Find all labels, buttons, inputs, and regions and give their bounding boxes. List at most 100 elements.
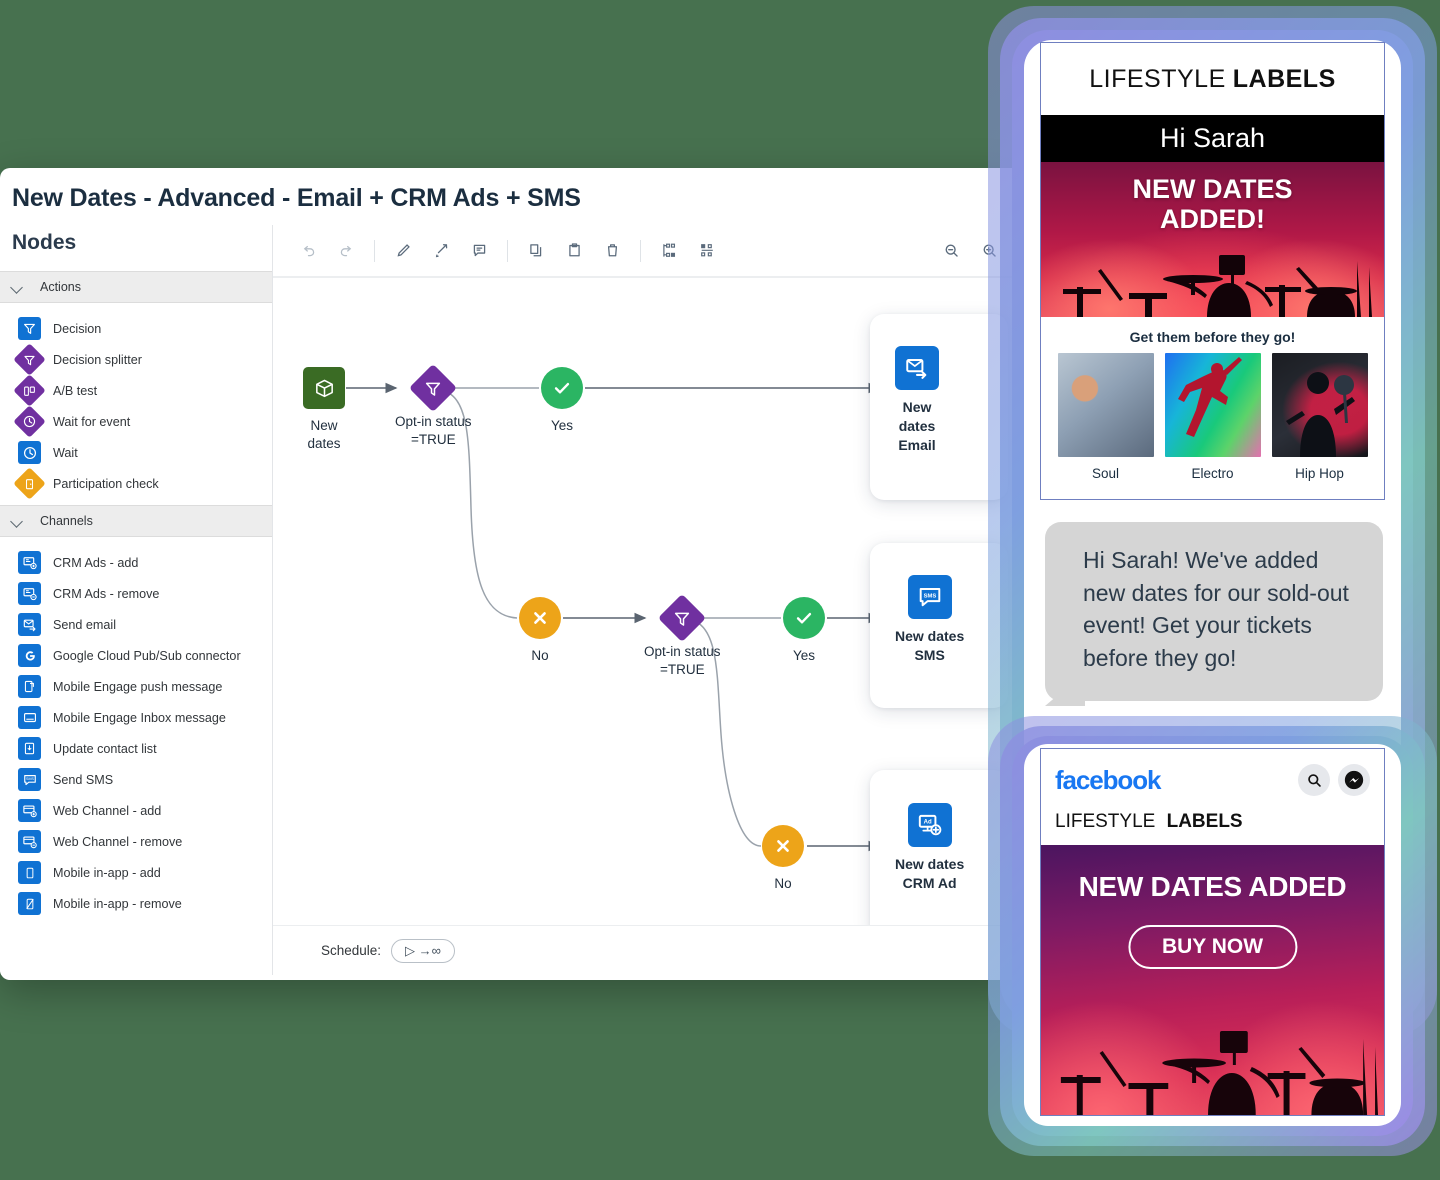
- search-icon[interactable]: [1298, 764, 1330, 796]
- cross-icon: [519, 597, 561, 639]
- sidebar-item-web-channel-remove[interactable]: Web Channel - remove: [0, 826, 272, 857]
- brand-bold: LABELS: [1166, 811, 1243, 832]
- sidebar-item-decision-splitter[interactable]: Decision splitter: [0, 343, 272, 376]
- google-icon: [18, 644, 41, 667]
- sidebar-group-label: Channels: [40, 514, 93, 528]
- door-icon: [13, 467, 46, 500]
- electro-image: [1164, 353, 1261, 457]
- brand-bold: LABELS: [1232, 64, 1336, 93]
- cross-icon: [762, 825, 804, 867]
- sidebar-item-wait[interactable]: Wait: [0, 437, 272, 468]
- canvas-toolbar: [273, 225, 1024, 277]
- layout-vertical-button[interactable]: [650, 232, 688, 270]
- flow-node-yes-1[interactable]: Yes: [541, 367, 583, 435]
- brand-thin: LIFESTYLE: [1089, 64, 1226, 93]
- flow-node-label: No: [774, 876, 792, 891]
- sidebar-item-send-email[interactable]: Send email: [0, 609, 272, 640]
- email-greeting: Hi Sarah: [1041, 115, 1384, 162]
- thumbnail-electro[interactable]: Electro: [1164, 353, 1261, 481]
- flow-node-decision-1[interactable]: Opt-in status =TRUE: [395, 363, 472, 449]
- sidebar-item-push-message[interactable]: Mobile Engage push message: [0, 671, 272, 702]
- sidebar-item-mobile-inapp-remove[interactable]: Mobile in-app - remove: [0, 888, 272, 919]
- flow-canvas[interactable]: New dates Opt-in status =TRUE Yes New da…: [273, 277, 1024, 975]
- flow-node-label: New dates Email: [898, 399, 936, 453]
- layout-horizontal-button[interactable]: [688, 232, 726, 270]
- flow-node-label: Yes: [792, 648, 816, 663]
- zoom-out-button[interactable]: [932, 232, 970, 270]
- copy-button[interactable]: [517, 232, 555, 270]
- sidebar-item-label: Google Cloud Pub/Sub connector: [53, 648, 241, 663]
- sidebar-title: Nodes: [12, 231, 77, 254]
- messenger-icon[interactable]: [1338, 764, 1370, 796]
- facebook-ad-preview[interactable]: facebook LIFESTYLE LABELS NEW DATES ADDE…: [1040, 748, 1385, 1116]
- sidebar-item-google-pubsub[interactable]: Google Cloud Pub/Sub connector: [0, 640, 272, 671]
- comment-button[interactable]: [460, 232, 498, 270]
- redo-button[interactable]: [327, 232, 365, 270]
- hiphop-image: [1271, 353, 1368, 457]
- schedule-value-chip[interactable]: ▷ →∞: [391, 938, 455, 963]
- rapper-silhouette-icon: [1285, 372, 1355, 457]
- canvas-panel: New dates Opt-in status =TRUE Yes New da…: [273, 225, 1024, 975]
- sidebar-item-participation-check[interactable]: Participation check: [0, 467, 272, 500]
- page-title: New Dates - Advanced - Email + CRM Ads +…: [12, 184, 581, 212]
- sidebar-item-crm-ads-add[interactable]: CRM Ads - add: [0, 547, 272, 578]
- thumbnail-hiphop[interactable]: Hip Hop: [1271, 353, 1368, 481]
- email-preview[interactable]: LIFESTYLE LABELS Hi Sarah NEW DATES ADDE…: [1040, 42, 1385, 500]
- flow-node-new-dates-crm-ad[interactable]: Ad New dates CRM Ad: [895, 803, 964, 893]
- chevron-down-icon: [10, 514, 24, 528]
- flow-node-decision-2[interactable]: Opt-in status =TRUE: [644, 593, 721, 679]
- actions-node-list: Decision Decision splitter A/B test Wait…: [0, 303, 272, 505]
- undo-button[interactable]: [289, 232, 327, 270]
- send-email-icon: [895, 346, 939, 390]
- sidebar-item-update-contact-list[interactable]: Update contact list: [0, 733, 272, 764]
- thumbnail-caption: Hip Hop: [1295, 466, 1344, 481]
- contact-list-icon: [18, 737, 41, 760]
- web-channel-add-icon: [18, 799, 41, 822]
- toolbar-divider: [507, 239, 508, 262]
- mobile-add-icon: [18, 861, 41, 884]
- flow-node-no-1[interactable]: No: [519, 597, 561, 665]
- sidebar-group-label: Actions: [40, 280, 81, 294]
- clock-icon: [18, 441, 41, 464]
- connector-button[interactable]: [422, 232, 460, 270]
- crm-ads-remove-icon: [18, 582, 41, 605]
- email-hero-title: NEW DATES ADDED!: [1132, 174, 1293, 235]
- email-hero-image: NEW DATES ADDED!: [1041, 162, 1384, 317]
- sidebar-item-decision[interactable]: Decision: [0, 313, 272, 344]
- sidebar-item-label: Wait: [53, 445, 78, 460]
- web-channel-remove-icon: [18, 830, 41, 853]
- sidebar-item-label: Mobile Engage Inbox message: [53, 710, 226, 725]
- thumbnail-soul[interactable]: Soul: [1057, 353, 1154, 481]
- sidebar-item-web-channel-add[interactable]: Web Channel - add: [0, 795, 272, 826]
- sidebar-item-mobile-inapp-add[interactable]: Mobile in-app - add: [0, 857, 272, 888]
- buy-now-button[interactable]: BUY NOW: [1127, 925, 1298, 969]
- sidebar-item-label: Wait for event: [53, 414, 131, 429]
- dancer-silhouette-icon: [1177, 357, 1242, 437]
- inbox-message-icon: [18, 706, 41, 729]
- mobile-remove-icon: [18, 892, 41, 915]
- package-icon: [303, 367, 345, 409]
- sidebar-item-label: Web Channel - add: [53, 803, 162, 818]
- flow-node-no-2[interactable]: No: [762, 825, 804, 893]
- sidebar-item-crm-ads-remove[interactable]: CRM Ads - remove: [0, 578, 272, 609]
- sidebar-item-label: CRM Ads - add: [53, 555, 139, 570]
- pencil-button[interactable]: [384, 232, 422, 270]
- flow-node-yes-2[interactable]: Yes: [783, 597, 825, 665]
- svg-text:Ad: Ad: [923, 819, 931, 825]
- flow-node-label: No: [531, 648, 549, 663]
- sidebar-item-send-sms[interactable]: SMS Send SMS: [0, 764, 272, 795]
- sidebar-group-actions[interactable]: Actions: [0, 271, 272, 303]
- sidebar-item-ab-test[interactable]: A/B test: [0, 374, 272, 407]
- send-email-icon: [18, 613, 41, 636]
- flow-node-new-dates[interactable]: New dates: [303, 367, 345, 453]
- chevron-down-icon: [10, 280, 24, 294]
- sidebar-item-inbox-message[interactable]: Mobile Engage Inbox message: [0, 702, 272, 733]
- paste-button[interactable]: [555, 232, 593, 270]
- flow-node-new-dates-email[interactable]: New dates Email: [895, 346, 939, 455]
- check-icon: [783, 597, 825, 639]
- sidebar-item-wait-for-event[interactable]: Wait for event: [0, 405, 272, 438]
- trash-button[interactable]: [593, 232, 631, 270]
- flow-node-new-dates-sms[interactable]: SMS New dates SMS: [895, 575, 964, 665]
- flow-node-label: Opt-in status =TRUE: [644, 644, 721, 678]
- sidebar-group-channels[interactable]: Channels: [0, 505, 272, 537]
